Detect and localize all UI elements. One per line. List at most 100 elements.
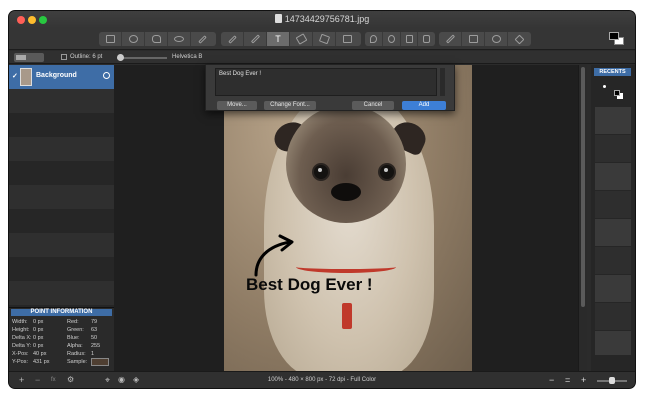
recent-color-swatch[interactable]: [595, 135, 631, 162]
recent-color-swatch[interactable]: [595, 247, 631, 274]
burn-icon: [405, 35, 413, 43]
empty-layer-slot: [9, 281, 114, 305]
pi-ypos-value: 431 px: [33, 359, 50, 365]
text-tool[interactable]: T: [267, 32, 290, 46]
burn-tool[interactable]: [401, 32, 418, 46]
pi-green-value: 63: [91, 327, 98, 333]
text-input-field[interactable]: Best Dog Ever !: [215, 68, 437, 96]
move-tool[interactable]: [508, 32, 531, 46]
pi-sample-swatch: [91, 358, 109, 366]
paint-bucket-tool[interactable]: [313, 32, 336, 46]
outline-checkbox[interactable]: [61, 54, 67, 60]
add-button[interactable]: Add: [402, 101, 446, 110]
layer-view-toggle[interactable]: [14, 53, 44, 62]
pi-red-value: 79: [91, 319, 98, 325]
pen-tool[interactable]: [221, 32, 244, 46]
pi-green-label: Green:: [67, 327, 84, 333]
pi-blue-value: 50: [91, 335, 98, 341]
size-slider[interactable]: [117, 54, 167, 61]
change-font-button[interactable]: Change Font...: [264, 101, 316, 110]
layer-row-background[interactable]: ✓ Background: [9, 65, 114, 89]
move-button[interactable]: Move...: [217, 101, 257, 110]
zoom-slider-knob[interactable]: [609, 377, 615, 384]
layer-view-toggle-knob: [16, 55, 26, 60]
font-label[interactable]: Helvetica B: [172, 54, 202, 60]
sponge-icon: [423, 35, 430, 43]
adjust-tools-group: [365, 32, 435, 46]
foreground-color-swatch[interactable]: [609, 32, 619, 40]
pi-radius-label: Radius:: [67, 351, 86, 357]
paint-tools-group: T: [221, 32, 361, 46]
magic-wand-tool[interactable]: [191, 32, 214, 46]
pen-icon: [227, 34, 237, 44]
recents-title: RECENTS: [594, 68, 631, 76]
eyedropper-icon: [445, 34, 455, 44]
pi-radius-value[interactable]: 1: [91, 351, 94, 357]
recent-color-swatch[interactable]: [595, 191, 631, 218]
dog-right-eye-image: [378, 163, 396, 181]
size-slider-knob[interactable]: [117, 54, 124, 61]
outline-label: Outline: 6 pt: [70, 54, 103, 60]
brush-icon: [250, 34, 260, 44]
canvas-vertical-scrollbar[interactable]: [578, 65, 587, 371]
point-information-title: POINT INFORMATION: [11, 309, 112, 316]
pi-red-label: Red:: [67, 319, 79, 325]
pi-height-label: Height:: [12, 327, 30, 333]
dialog-input-scrollbar[interactable]: [440, 68, 445, 96]
zoom-icon: [491, 35, 501, 43]
layer-visible-check-icon[interactable]: ✓: [12, 72, 18, 80]
pi-deltay-value: 0 px: [33, 343, 44, 349]
pi-width-label: Width:: [12, 319, 28, 325]
brush-tool[interactable]: [244, 32, 267, 46]
dog-left-eye-image: [312, 163, 330, 181]
document-icon: [274, 14, 282, 23]
pi-deltax-value: 0 px: [33, 335, 44, 341]
image-info-text: 100% - 480 × 800 px - 72 dpi - Full Colo…: [267, 377, 377, 383]
recent-color-swatch[interactable]: [595, 303, 631, 330]
empty-layer-slot: [9, 89, 114, 113]
zoom-in-button[interactable]: +: [581, 375, 586, 385]
zoom-tool[interactable]: [485, 32, 508, 46]
layer-settings-icon[interactable]: [103, 72, 110, 79]
eraser-icon: [295, 33, 307, 45]
recent-color-swatch[interactable]: [595, 219, 631, 246]
foreground-background-colors[interactable]: [609, 32, 625, 46]
oval-tool[interactable]: [168, 32, 191, 46]
pi-deltay-label: Delta Y:: [12, 343, 32, 349]
recent-color-swatch[interactable]: [595, 331, 631, 355]
dog-tag-image: [342, 303, 352, 329]
scrollbar-thumb[interactable]: [581, 67, 585, 307]
blur-tool[interactable]: [365, 32, 383, 46]
zoom-out-button[interactable]: −: [549, 375, 554, 385]
pi-xpos-value: 40 px: [33, 351, 47, 357]
eyedropper-tool[interactable]: [439, 32, 462, 46]
pi-blue-label: Blue:: [67, 335, 80, 341]
ellipse-select-tool[interactable]: [122, 32, 145, 46]
zoom-slider[interactable]: [597, 377, 627, 384]
pi-ypos-label: Y-Pos:: [12, 359, 29, 365]
oval-icon: [174, 36, 184, 42]
recent-color-swatch[interactable]: [595, 79, 631, 106]
pi-width-value: 0 px: [33, 319, 44, 325]
pi-alpha-label: Alpha:: [67, 343, 83, 349]
eraser-tool[interactable]: [290, 32, 313, 46]
recent-color-swatch[interactable]: [595, 275, 631, 302]
ellipse-select-icon: [128, 35, 138, 43]
sponge-tool[interactable]: [418, 32, 435, 46]
rect-select-tool[interactable]: [99, 32, 122, 46]
lasso-tool[interactable]: [145, 32, 168, 46]
zoom-fit-button[interactable]: =: [565, 375, 570, 385]
window-title: 14734429756781.jpg: [284, 14, 370, 24]
cancel-button[interactable]: Cancel: [352, 101, 394, 110]
clone-stamp-icon: [343, 35, 352, 43]
dog-nose-image: [331, 183, 361, 201]
clone-stamp-tool[interactable]: [336, 32, 359, 46]
empty-layer-slot: [9, 113, 114, 137]
crop-tool[interactable]: [462, 32, 485, 46]
recent-color-swatch[interactable]: [595, 107, 631, 134]
layer-thumbnail: [20, 68, 32, 86]
recent-color-swatch[interactable]: [595, 163, 631, 190]
dodge-tool[interactable]: [383, 32, 401, 46]
canvas-text-caption[interactable]: Best Dog Ever !: [246, 275, 373, 295]
crop-icon: [468, 35, 478, 43]
